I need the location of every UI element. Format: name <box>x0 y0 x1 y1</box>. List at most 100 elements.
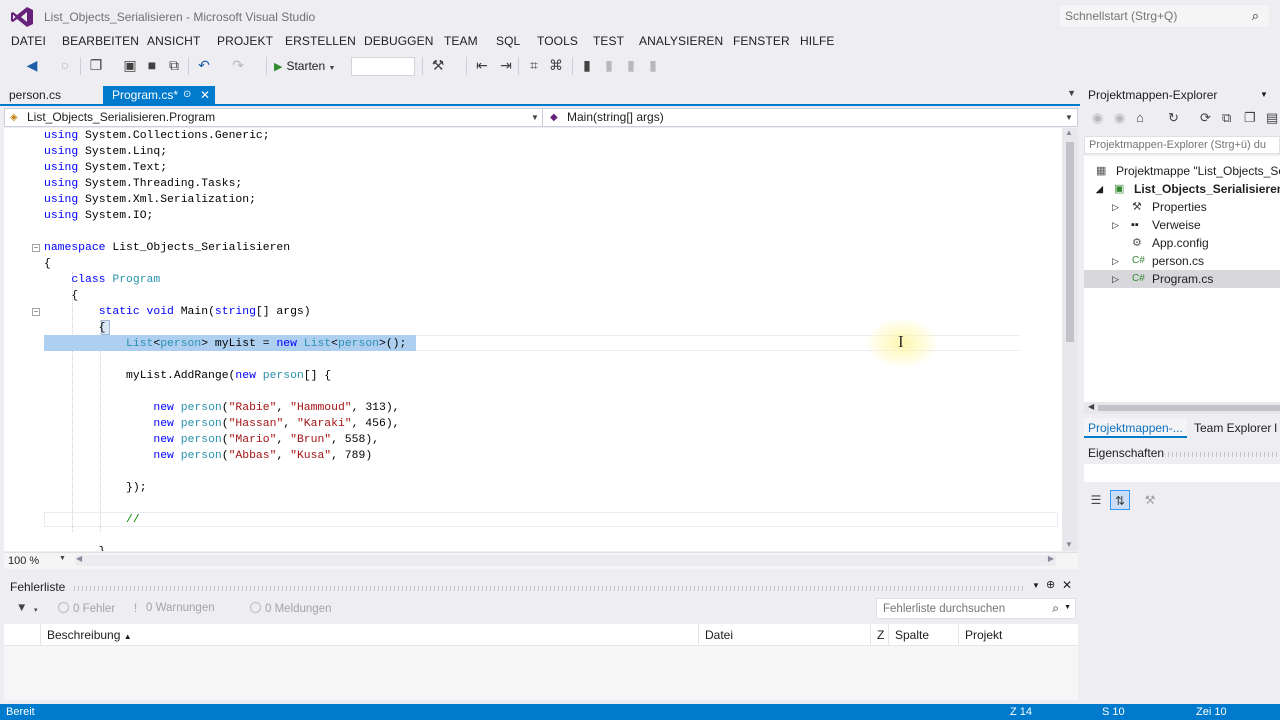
column-header-spalte[interactable]: Spalte <box>888 624 958 646</box>
back-icon[interactable]: ◉ <box>1092 110 1103 126</box>
collapsed-arrow-icon[interactable]: ▷ <box>1112 270 1119 288</box>
collapse-namespace-icon[interactable]: − <box>32 244 40 252</box>
redo-icon[interactable]: ↷ <box>230 54 246 76</box>
clear-bookmarks-icon[interactable]: ▮ <box>646 54 660 76</box>
outdent-icon[interactable]: ⇤ <box>474 54 490 76</box>
sync-icon[interactable]: ↻ <box>1168 110 1179 126</box>
tab-program-cs[interactable]: Program.cs* ⊙ ✕ <box>103 86 215 104</box>
member-dropdown[interactable]: ◆ Main(string[] args) ▼ <box>545 109 1077 126</box>
tab-overflow[interactable]: I <box>1270 418 1280 438</box>
scroll-right-icon[interactable]: ▶ <box>1048 554 1054 563</box>
show-all-files-icon[interactable]: ❐ <box>1244 110 1256 126</box>
new-project-icon[interactable]: ❐ <box>88 54 104 76</box>
pin-icon[interactable]: ⊕ <box>1046 578 1055 591</box>
previous-bookmark-icon[interactable]: ▮ <box>602 54 616 76</box>
solution-explorer-horizontal-scrollbar[interactable]: ◀ <box>1084 402 1280 414</box>
tab-overflow-chevron-icon[interactable]: ▼ <box>1067 88 1076 98</box>
menu-test[interactable]: TEST <box>593 34 624 48</box>
chevron-down-icon[interactable]: ▾ <box>34 606 38 614</box>
column-header-zeile[interactable]: Z <box>870 624 888 646</box>
solution-explorer-search-input[interactable] <box>1089 138 1279 152</box>
tree-item-solution[interactable]: ▦ Projektmappe "List_Objects_Se <box>1084 162 1280 180</box>
uncomment-icon[interactable]: ⌘ <box>548 54 564 76</box>
column-header-projekt[interactable]: Projekt <box>958 624 1078 646</box>
panel-menu-icon[interactable]: ▼ <box>1032 581 1040 590</box>
scroll-down-icon[interactable]: ▼ <box>1065 540 1073 549</box>
chevron-down-icon[interactable]: ▼ <box>1064 604 1071 611</box>
solution-configuration-dropdown[interactable] <box>351 57 415 76</box>
find-in-files-icon[interactable]: ⚒ <box>430 54 446 76</box>
bookmark-icon[interactable]: ▮ <box>580 54 594 76</box>
tab-team-explorer[interactable]: Team Explorer <box>1190 418 1275 438</box>
quick-launch-input[interactable] <box>1065 8 1235 24</box>
property-pages-icon[interactable]: ⚒ <box>1140 490 1160 510</box>
tree-item-person-cs[interactable]: ▷ C# person.cs <box>1084 252 1280 270</box>
search-icon[interactable]: ⌕ <box>1252 8 1259 24</box>
scroll-left-icon[interactable]: ◀ <box>76 554 82 563</box>
expanded-arrow-icon[interactable]: ◢ <box>1096 180 1103 198</box>
comment-out-icon[interactable]: ⌗ <box>526 54 542 76</box>
column-header-beschreibung[interactable]: Beschreibung ▲ <box>40 624 698 646</box>
collapsed-arrow-icon[interactable]: ▷ <box>1112 216 1119 234</box>
scrollbar-thumb[interactable] <box>1098 405 1280 411</box>
open-file-icon[interactable]: ▣ <box>122 54 138 76</box>
scroll-left-icon[interactable]: ◀ <box>1088 402 1094 411</box>
error-list-search-box[interactable]: ⌕ ▼ <box>876 598 1076 619</box>
refresh-icon[interactable]: ⟳ <box>1200 110 1211 126</box>
menu-ansicht[interactable]: ANSICHT <box>147 34 200 48</box>
menu-sql[interactable]: SQL <box>496 34 520 48</box>
messages-filter-button[interactable]: 0 Meldungen <box>250 602 332 615</box>
tree-item-references[interactable]: ▷ ▪▪ Verweise <box>1084 216 1280 234</box>
editor-horizontal-scrollbar[interactable]: ◀ ▶ <box>76 554 1056 566</box>
error-list-search-input[interactable] <box>883 601 1043 616</box>
quick-launch-box[interactable]: ⌕ <box>1059 4 1270 28</box>
properties-object-selector[interactable] <box>1084 464 1280 482</box>
filter-icon[interactable]: ▼ <box>16 602 27 614</box>
warnings-filter-button[interactable]: ! 0 Warnungen <box>134 602 215 615</box>
tree-item-app-config[interactable]: ⚙ App.config <box>1084 234 1280 252</box>
tree-item-project[interactable]: ◢ ▣ List_Objects_Serialisieren <box>1084 180 1280 198</box>
collapse-method-icon[interactable]: − <box>32 308 40 316</box>
indent-icon[interactable]: ⇥ <box>498 54 514 76</box>
menu-fenster[interactable]: FENSTER <box>733 34 790 48</box>
column-header-datei[interactable]: Datei <box>698 624 870 646</box>
zoom-level[interactable]: 100 % <box>8 555 39 567</box>
close-icon[interactable]: ✕ <box>1062 578 1072 592</box>
close-icon[interactable]: ✕ <box>200 86 210 104</box>
home-icon[interactable]: ⌂ <box>1136 110 1144 125</box>
forward-icon[interactable]: ◉ <box>1114 110 1125 126</box>
chevron-down-icon[interactable]: ▼ <box>59 555 66 562</box>
menu-projekt[interactable]: PROJEKT <box>217 34 273 48</box>
scroll-up-icon[interactable]: ▲ <box>1065 128 1073 137</box>
solution-explorer-search-box[interactable] <box>1084 136 1280 154</box>
tab-solution-explorer[interactable]: Projektmappen-... <box>1084 418 1187 438</box>
collapsed-arrow-icon[interactable]: ▷ <box>1112 198 1119 216</box>
start-debugging-button[interactable]: ▶ Starten ▼ <box>274 56 335 76</box>
scrollbar-thumb[interactable] <box>1066 142 1074 342</box>
pin-icon[interactable]: ⊙ <box>183 86 191 104</box>
undo-icon[interactable]: ↶ <box>196 54 212 76</box>
alphabetical-icon[interactable]: ⇅ <box>1110 490 1130 510</box>
menu-tools[interactable]: TOOLS <box>537 34 578 48</box>
collapsed-arrow-icon[interactable]: ▷ <box>1112 252 1119 270</box>
menu-team[interactable]: TEAM <box>444 34 478 48</box>
tree-item-properties[interactable]: ▷ ⚒ Properties <box>1084 198 1280 216</box>
menu-erstellen[interactable]: ERSTELLEN <box>285 34 356 48</box>
menu-debuggen[interactable]: DEBUGGEN <box>364 34 433 48</box>
editor-vertical-scrollbar[interactable]: ▲ ▼ <box>1062 128 1078 551</box>
categorized-icon[interactable]: ☰ <box>1086 490 1106 510</box>
menu-hilfe[interactable]: HILFE <box>800 34 835 48</box>
type-dropdown[interactable]: ◈ List_Objects_Serialisieren.Program ▼ <box>5 109 543 126</box>
save-all-icon[interactable]: ⧉ <box>166 54 182 76</box>
next-bookmark-icon[interactable]: ▮ <box>624 54 638 76</box>
back-icon[interactable]: ◀ <box>24 54 40 76</box>
panel-menu-icon[interactable]: ▼ <box>1260 90 1268 99</box>
code-editor[interactable]: − − using System.Collections.Generic; us… <box>4 128 1078 551</box>
column-header-icon[interactable] <box>4 624 40 646</box>
collapse-all-icon[interactable]: ⧉ <box>1222 110 1231 126</box>
tab-person-cs[interactable]: person.cs <box>0 86 96 104</box>
errors-filter-button[interactable]: 0 Fehler <box>58 602 115 615</box>
save-icon[interactable]: ■ <box>144 54 160 76</box>
properties-icon[interactable]: ▤ <box>1266 110 1278 126</box>
menu-datei[interactable]: DATEI <box>11 34 46 48</box>
